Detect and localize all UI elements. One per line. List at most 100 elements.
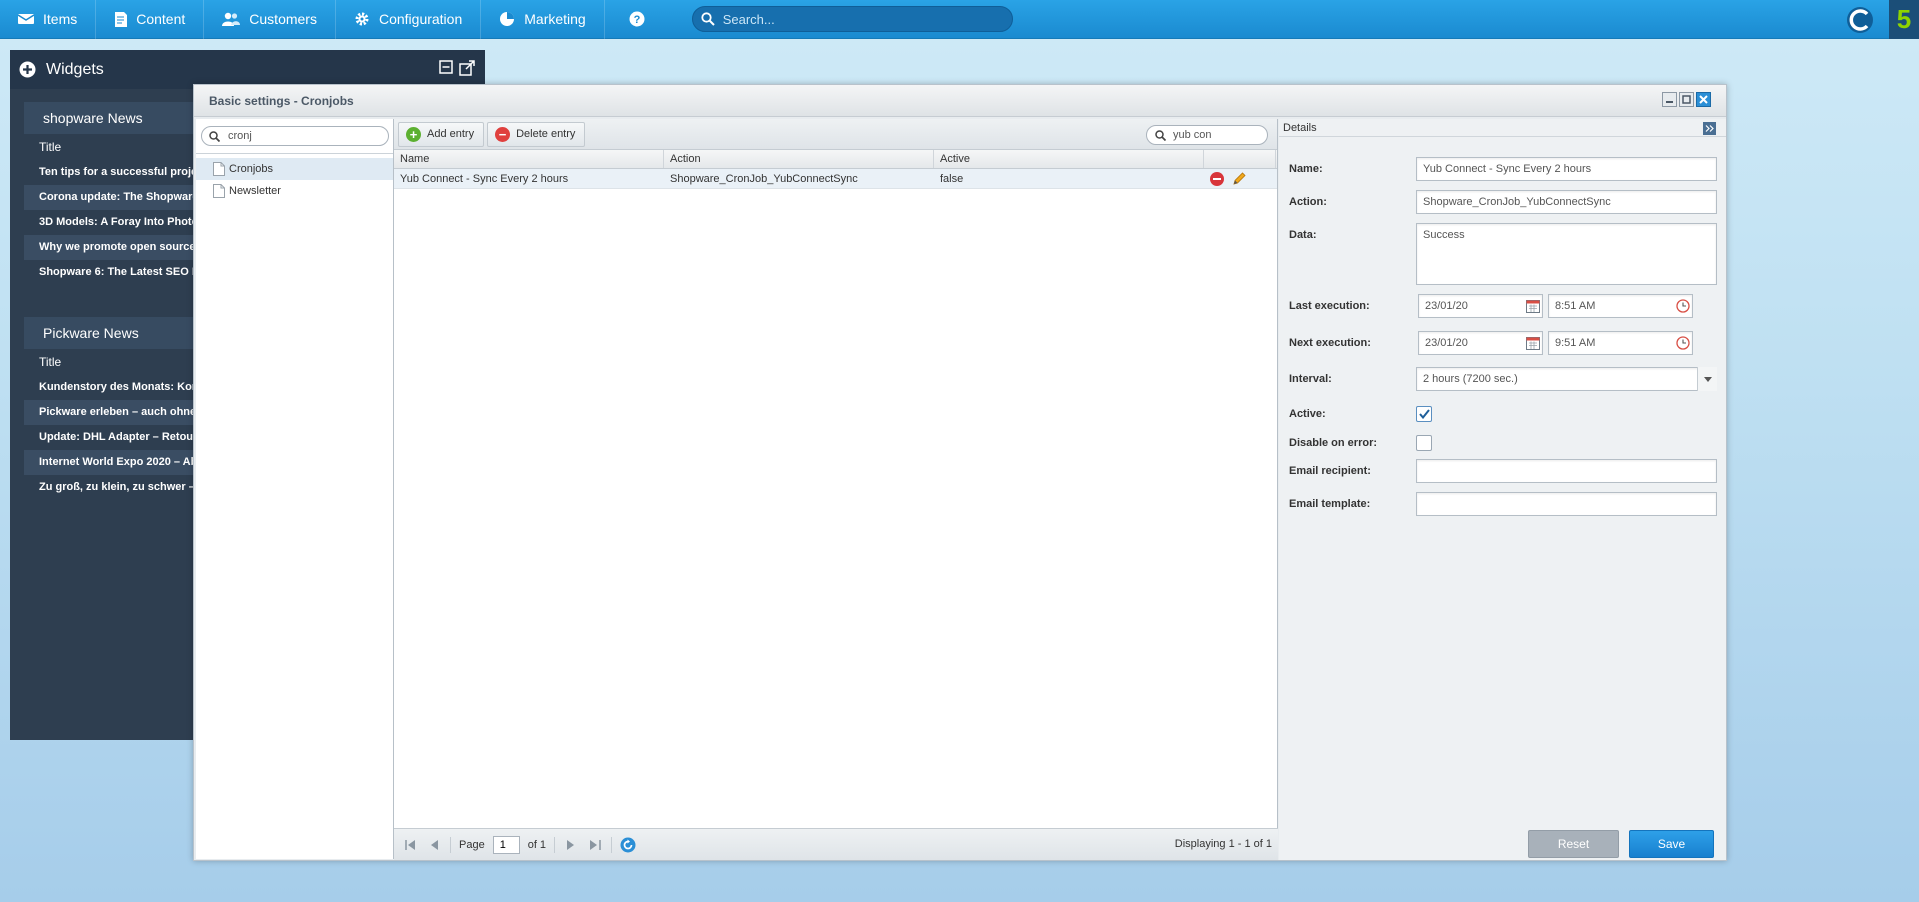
column-header-action[interactable]: Action <box>664 150 934 168</box>
shopware-logo-icon[interactable] <box>1845 5 1875 35</box>
window-maximize-button[interactable] <box>1679 92 1694 107</box>
nav-items[interactable]: Items <box>0 0 97 39</box>
save-button[interactable]: Save <box>1629 830 1714 858</box>
list-item[interactable]: 3D Models: A Foray Into Photo <box>24 210 204 235</box>
nav-configuration-label: Configuration <box>378 11 463 27</box>
last-execution-time-picker[interactable] <box>1675 298 1690 313</box>
shopware-news-widget: shopware News Title Ten tips for a succe… <box>24 102 204 285</box>
action-row: Action: <box>1289 190 1717 214</box>
grid-search-input[interactable] <box>1173 129 1263 141</box>
list-item[interactable]: Kundenstory des Monats: Kor <box>24 375 204 400</box>
email-recipient-field[interactable] <box>1416 459 1717 483</box>
interval-label: Interval: <box>1289 373 1332 385</box>
nav-content-label: Content <box>136 11 186 27</box>
list-item[interactable]: Corona update: The Shopware <box>24 185 204 210</box>
email-template-row: Email template: <box>1289 492 1717 516</box>
list-item[interactable]: Internet World Expo 2020 – Ab <box>24 450 204 475</box>
popout-widgets-icon[interactable] <box>459 60 475 76</box>
nav-marketing-label: Marketing <box>524 11 586 27</box>
column-header-active[interactable]: Active <box>934 150 1204 168</box>
last-page-icon <box>589 839 601 850</box>
action-label: Action: <box>1289 196 1327 208</box>
window-title: Basic settings - Cronjobs <box>209 93 354 108</box>
delete-entry-label: Delete entry <box>516 128 576 140</box>
collapse-details-button[interactable] <box>1703 122 1716 135</box>
nav-marketing[interactable]: Marketing <box>481 0 605 39</box>
refresh-icon <box>620 837 636 852</box>
last-page-button[interactable] <box>587 837 603 853</box>
next-execution-time-field[interactable] <box>1548 331 1693 355</box>
list-item[interactable]: Zu groß, zu klein, zu schwer – <box>24 475 204 500</box>
row-edit-pencil-icon[interactable] <box>1232 171 1247 186</box>
reset-button[interactable]: Reset <box>1528 830 1619 858</box>
email-template-field[interactable] <box>1416 492 1717 516</box>
disable-on-error-checkbox[interactable] <box>1416 435 1432 451</box>
search-icon <box>1155 129 1166 141</box>
document-icon <box>213 184 225 198</box>
next-execution-row: Next execution: <box>1289 331 1693 355</box>
delete-entry-button[interactable]: − Delete entry <box>487 121 586 147</box>
help-icon: ? <box>629 11 645 27</box>
first-page-icon <box>404 839 415 850</box>
prev-page-button[interactable] <box>426 837 442 853</box>
tree-item-cronjobs[interactable]: Cronjobs <box>196 158 393 180</box>
name-field[interactable] <box>1416 157 1717 181</box>
window-minimize-button[interactable] <box>1662 92 1677 107</box>
nav-customers[interactable]: Customers <box>204 0 336 39</box>
nav-help[interactable]: ? <box>605 0 678 39</box>
last-execution-time-field[interactable] <box>1548 294 1693 318</box>
grid-pager: Page of 1 Displaying 1 - 1 of 1 <box>394 828 1278 860</box>
grid-search[interactable] <box>1146 125 1268 145</box>
global-search-input[interactable] <box>722 11 993 27</box>
next-execution-time-picker[interactable] <box>1675 335 1690 350</box>
active-checkbox[interactable] <box>1416 406 1432 422</box>
document-icon <box>213 162 225 176</box>
interval-select[interactable] <box>1416 367 1717 391</box>
row-delete-icon[interactable] <box>1210 171 1224 186</box>
five-logo-icon[interactable]: 5 <box>1889 0 1919 39</box>
minimize-widgets-icon[interactable] <box>439 60 453 74</box>
action-field[interactable] <box>1416 190 1717 214</box>
list-item[interactable]: Shopware 6: The Latest SEO F <box>24 260 204 285</box>
next-page-button[interactable] <box>563 837 579 853</box>
tree-search-input[interactable] <box>228 130 378 142</box>
configuration-icon <box>355 12 369 26</box>
pager-separator <box>450 836 451 853</box>
add-widget-icon[interactable] <box>19 61 36 78</box>
window-close-button[interactable] <box>1696 92 1711 107</box>
refresh-button[interactable] <box>620 837 636 853</box>
nav-configuration[interactable]: Configuration <box>336 0 482 39</box>
list-item[interactable]: Pickware erleben – auch ohne <box>24 400 204 425</box>
add-icon: + <box>406 126 421 142</box>
top-right-area: 5 <box>1845 0 1919 39</box>
next-execution-label: Next execution: <box>1289 337 1371 349</box>
data-field[interactable]: Success <box>1416 223 1717 285</box>
email-recipient-row: Email recipient: <box>1289 459 1717 483</box>
cell-action: Shopware_CronJob_YubConnectSync <box>670 173 858 185</box>
clock-icon <box>1675 335 1690 350</box>
list-item[interactable]: Ten tips for a successful proje <box>24 160 204 185</box>
tree-item-newsletter[interactable]: Newsletter <box>196 180 393 202</box>
minimize-icon <box>1666 101 1673 103</box>
add-entry-button[interactable]: + Add entry <box>398 121 485 147</box>
global-search[interactable] <box>691 6 1013 32</box>
search-icon <box>209 130 220 142</box>
pager-page-label: Page <box>459 838 485 851</box>
table-row[interactable]: Yub Connect - Sync Every 2 hours Shopwar… <box>394 169 1277 189</box>
first-page-button[interactable] <box>402 837 418 853</box>
nav-content[interactable]: Content <box>96 0 205 39</box>
top-navigation-bar: Items Content Customers Configuration Ma… <box>0 0 1919 39</box>
last-execution-label: Last execution: <box>1289 300 1370 312</box>
disable-on-error-row: Disable on error: <box>1289 435 1432 451</box>
pager-page-input[interactable] <box>492 835 520 854</box>
column-header-name[interactable]: Name <box>394 150 664 168</box>
last-execution-date-picker[interactable] <box>1525 298 1540 313</box>
list-item[interactable]: Update: DHL Adapter – Retoure <box>24 425 204 450</box>
next-execution-date-picker[interactable] <box>1525 335 1540 350</box>
pickware-news-column-title: Title <box>39 355 62 369</box>
grid-header: Name Action Active <box>394 150 1277 169</box>
window-header[interactable]: Basic settings - Cronjobs <box>194 85 1726 117</box>
interval-dropdown-trigger[interactable] <box>1697 367 1717 391</box>
tree-search[interactable] <box>201 126 389 146</box>
list-item[interactable]: Why we promote open source <box>24 235 204 260</box>
